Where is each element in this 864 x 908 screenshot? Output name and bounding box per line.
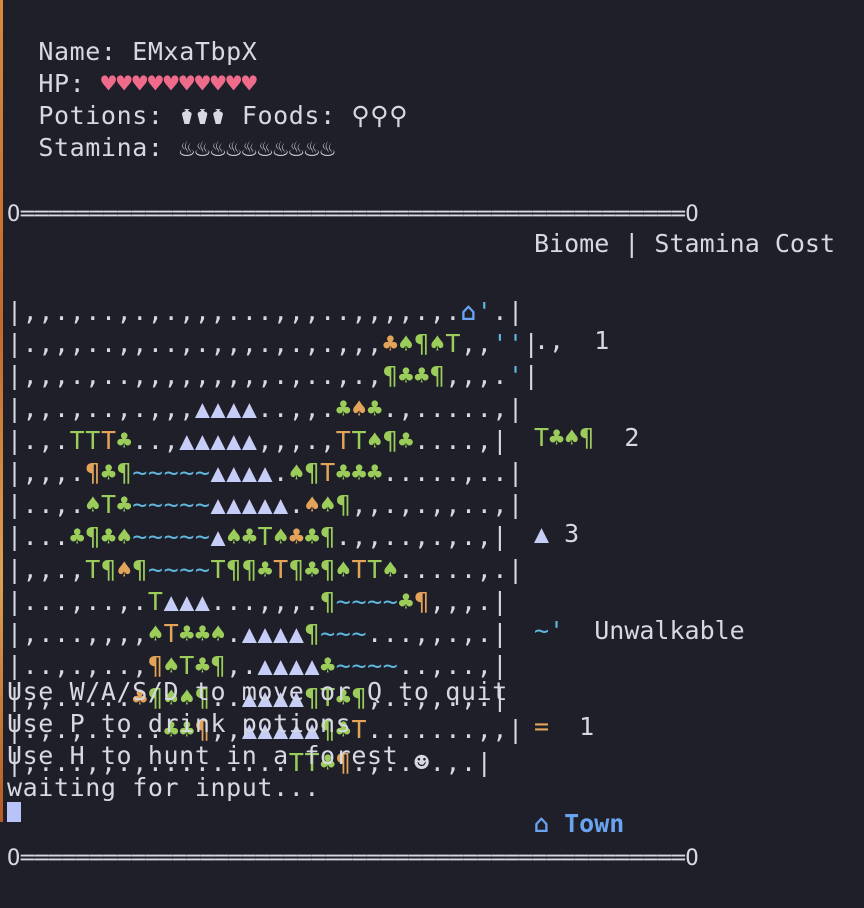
name-line: Name: EMxaTbpX xyxy=(7,4,257,66)
plains-cost: 1 xyxy=(594,326,610,356)
water-cost: Unwalkable xyxy=(594,615,745,645)
road-cost: 1 xyxy=(579,712,595,742)
terminal-cursor[interactable] xyxy=(7,802,21,822)
biome-legend: Biome | Stamina Cost ., 1 T♣♠¶ 2 ▲ 3 ~' … xyxy=(534,164,835,872)
town-icon: ⌂ xyxy=(534,809,550,839)
help-hunt: Use H to hunt in a forest xyxy=(7,741,399,770)
legend-row-mountain: ▲ 3 xyxy=(534,518,835,550)
help-potions: Use P to drink potions xyxy=(7,709,352,738)
plains-symbol: ., xyxy=(534,326,565,356)
water-symbol: ~' xyxy=(534,615,565,645)
inventory-line: Potions: ⚱⚱⚱ Foods: ⚲⚲⚲ xyxy=(7,68,408,130)
legend-row-town: ⌂ Town xyxy=(534,808,835,840)
mountain-cost: 3 xyxy=(564,519,580,549)
town-label: Town xyxy=(564,809,625,839)
window-edge xyxy=(0,0,3,822)
forest-symbol: T♣♠¶ xyxy=(534,422,595,452)
legend-row-water: ~' Unwalkable xyxy=(534,615,835,647)
legend-header: Biome | Stamina Cost xyxy=(534,229,836,259)
legend-row-forest: T♣♠¶ 2 xyxy=(534,422,835,454)
hp-line: HP: ♥♥♥♥♥♥♥♥♥♥ xyxy=(7,36,257,98)
stamina-line: Stamina: ♨♨♨♨♨♨♨♨♨♨ xyxy=(7,100,336,162)
input-status: waiting for input... xyxy=(7,773,321,802)
forest-cost: 2 xyxy=(624,422,640,452)
foods-icons: ⚲⚲⚲ xyxy=(351,101,409,130)
help-move: Use W/A/S/D to move or Q to quit xyxy=(7,677,508,706)
mountain-symbol: ▲ xyxy=(534,519,550,549)
legend-row-road: = 1 xyxy=(534,711,835,743)
road-symbol: = xyxy=(534,712,550,742)
legend-row-plains: ., 1 xyxy=(534,325,835,357)
